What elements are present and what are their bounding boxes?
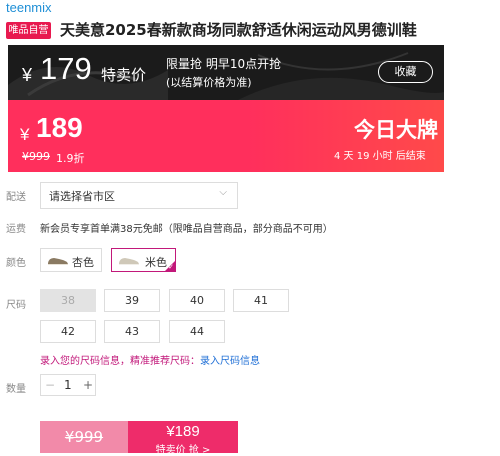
size-option-43[interactable]: 43 bbox=[104, 320, 160, 343]
size-option-42[interactable]: 42 bbox=[40, 320, 96, 343]
original-price: ¥999 bbox=[22, 150, 50, 163]
buy-price: ¥189 bbox=[166, 423, 200, 440]
current-price: 189 bbox=[36, 112, 83, 143]
quantity-label: 数量 bbox=[6, 384, 26, 395]
check-icon: ✓ bbox=[168, 263, 174, 271]
size-option-41[interactable]: 41 bbox=[233, 289, 289, 312]
discount-text: 1.9折 bbox=[56, 152, 85, 165]
size-option-44[interactable]: 44 bbox=[169, 320, 225, 343]
color-label: 颜色 bbox=[6, 258, 26, 269]
upcoming-sale-banner: ¥ 179 特卖价 限量抢 明早10点开抢 (以结算价格为准) 收藏 bbox=[8, 45, 444, 100]
limited-sale-text: 限量抢 明早10点开抢 bbox=[166, 57, 282, 71]
quantity-value[interactable]: 1 bbox=[64, 378, 72, 392]
self-operated-badge: 唯品自营 bbox=[6, 22, 51, 39]
size-label: 尺码 bbox=[6, 300, 26, 311]
chevron-down-icon: ⌵ bbox=[219, 187, 227, 198]
delivery-label: 配送 bbox=[6, 192, 26, 203]
size-info-link[interactable]: 录入尺码信息 bbox=[200, 356, 260, 367]
size-option-40[interactable]: 40 bbox=[169, 289, 225, 312]
shoe-thumbnail-icon bbox=[119, 258, 139, 265]
quantity-stepper: − 1 + bbox=[40, 374, 96, 396]
upcoming-currency: ¥ bbox=[22, 65, 33, 85]
color-option-beige[interactable]: 米色 ✓ bbox=[111, 248, 176, 272]
buy-button[interactable]: ¥189 特卖价 抢 > bbox=[128, 421, 238, 456]
shoe-thumbnail-icon bbox=[48, 258, 68, 265]
color-option-label: 杏色 bbox=[72, 256, 94, 269]
product-title: 天美意2025春新款商场同款舒适休闲运动风男德训鞋 bbox=[60, 21, 417, 39]
original-price-button: ¥999 bbox=[40, 421, 128, 453]
upcoming-price: 179 bbox=[40, 51, 92, 86]
buy-label: 特卖价 抢 > bbox=[155, 445, 211, 456]
current-currency: ¥ bbox=[20, 125, 30, 144]
current-price-banner: ¥ 189 ¥999 1.9折 今日大牌 4 天 19 小时 后结束 bbox=[8, 100, 444, 172]
size-hint-text: 录入您的尺码信息，精准推荐尺码： bbox=[40, 356, 200, 367]
region-select[interactable]: 请选择省市区 ⌵ bbox=[40, 182, 238, 209]
size-option-39[interactable]: 39 bbox=[104, 289, 160, 312]
settle-price-note: (以结算价格为准) bbox=[166, 76, 252, 89]
minus-button[interactable]: − bbox=[45, 378, 55, 392]
event-title: 今日大牌 bbox=[354, 118, 438, 142]
favorite-button[interactable]: 收藏 bbox=[378, 61, 433, 83]
region-select-text: 请选择省市区 bbox=[49, 190, 115, 203]
plus-button[interactable]: + bbox=[83, 378, 93, 392]
size-hint: 录入您的尺码信息，精准推荐尺码：录入尺码信息 bbox=[40, 352, 260, 367]
size-option-38: 38 bbox=[40, 289, 96, 312]
color-option-apricot[interactable]: 杏色 bbox=[40, 248, 102, 272]
shipping-info: 新会员专享首单满38元免邮（限唯品自营商品，部分商品不可用） bbox=[40, 224, 333, 235]
upcoming-price-label: 特卖价 bbox=[101, 66, 147, 84]
brand-name[interactable]: teenmix bbox=[6, 0, 52, 15]
shipping-label: 运费 bbox=[6, 224, 26, 235]
countdown-text: 4 天 19 小时 后结束 bbox=[334, 151, 426, 162]
